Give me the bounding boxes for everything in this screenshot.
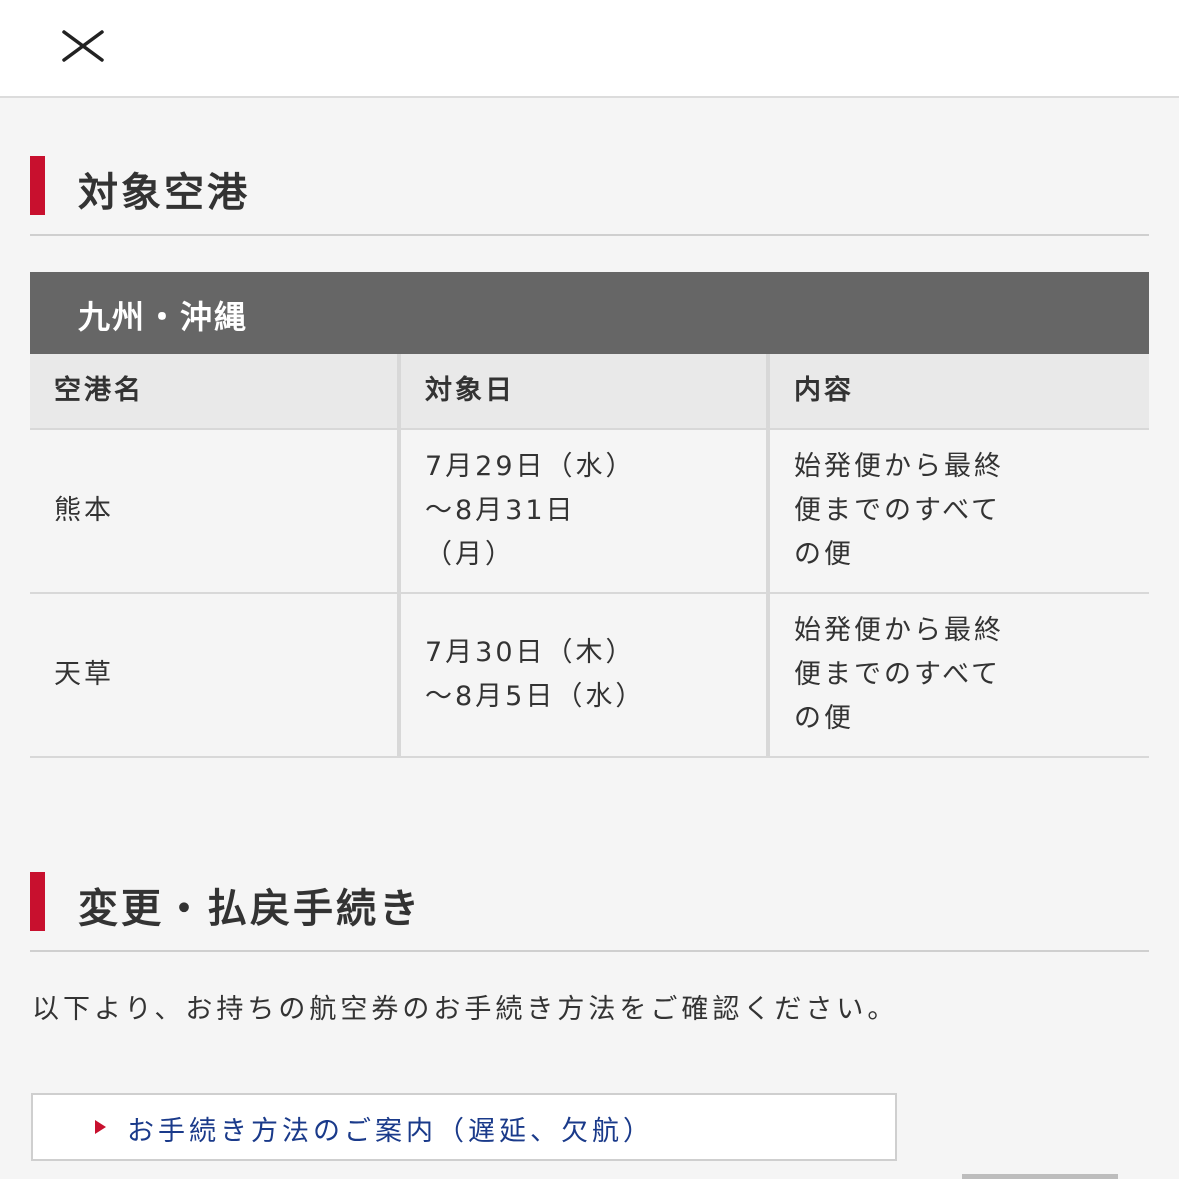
table-row: 熊本 7月29日（水） 〜8月31日 （月） 始発便から最終 便までのすべて の… <box>30 429 1149 594</box>
next-element-edge <box>962 1174 1118 1179</box>
target-dates: 7月30日（木） 〜8月5日（水） <box>397 593 768 758</box>
column-header-airport: 空港名 <box>30 354 399 430</box>
column-header-dates: 対象日 <box>397 354 768 430</box>
date-line: 7月29日（水） <box>425 451 636 482</box>
region-label: 九州・沖縄 <box>78 298 249 336</box>
content-line: 便までのすべて <box>794 659 1002 690</box>
section-heading-airports: 対象空港 <box>30 150 1149 236</box>
date-line: 7月30日（木） <box>425 637 636 668</box>
section-title: 対象空港 <box>78 170 250 216</box>
close-icon <box>62 30 104 62</box>
content-line: の便 <box>794 703 854 734</box>
airport-table: 空港名 対象日 内容 熊本 7月29日（水） 〜8月31日 （月） 始発便から最… <box>30 354 1149 758</box>
date-line: （月） <box>425 539 515 570</box>
airport-name: 熊本 <box>30 429 399 594</box>
arrow-right-icon <box>95 1120 106 1134</box>
heading-accent-bar <box>30 156 45 215</box>
content-cell: 始発便から最終 便までのすべて の便 <box>766 593 1149 758</box>
section-heading-procedures: 変更・払戻手続き <box>30 866 1149 952</box>
date-line: 〜8月5日（水） <box>425 681 646 712</box>
section-title: 変更・払戻手続き <box>78 886 422 932</box>
date-line: 〜8月31日 <box>425 495 576 526</box>
procedure-guide-link[interactable]: お手続き方法のご案内（遅延、欠航） <box>31 1093 897 1161</box>
content-cell: 始発便から最終 便までのすべて の便 <box>766 429 1149 594</box>
procedure-guide-label: お手続き方法のご案内（遅延、欠航） <box>127 1116 654 1147</box>
table-row: 天草 7月30日（木） 〜8月5日（水） 始発便から最終 便までのすべて の便 <box>30 593 1149 758</box>
heading-accent-bar <box>30 872 45 931</box>
content-line: 便までのすべて <box>794 495 1002 526</box>
close-button[interactable] <box>56 26 112 70</box>
procedures-intro-text: 以下より、お持ちの航空券のお手続き方法をご確認ください。 <box>32 994 899 1025</box>
content-line: の便 <box>794 539 854 570</box>
column-header-content: 内容 <box>766 354 1149 430</box>
top-bar <box>0 0 1179 98</box>
table-header-row: 空港名 対象日 内容 <box>30 354 1149 430</box>
target-dates: 7月29日（水） 〜8月31日 （月） <box>397 429 768 594</box>
content-line: 始発便から最終 <box>794 451 1004 482</box>
content-line: 始発便から最終 <box>794 615 1004 646</box>
airport-name: 天草 <box>30 593 399 758</box>
region-header: 九州・沖縄 <box>30 272 1149 354</box>
